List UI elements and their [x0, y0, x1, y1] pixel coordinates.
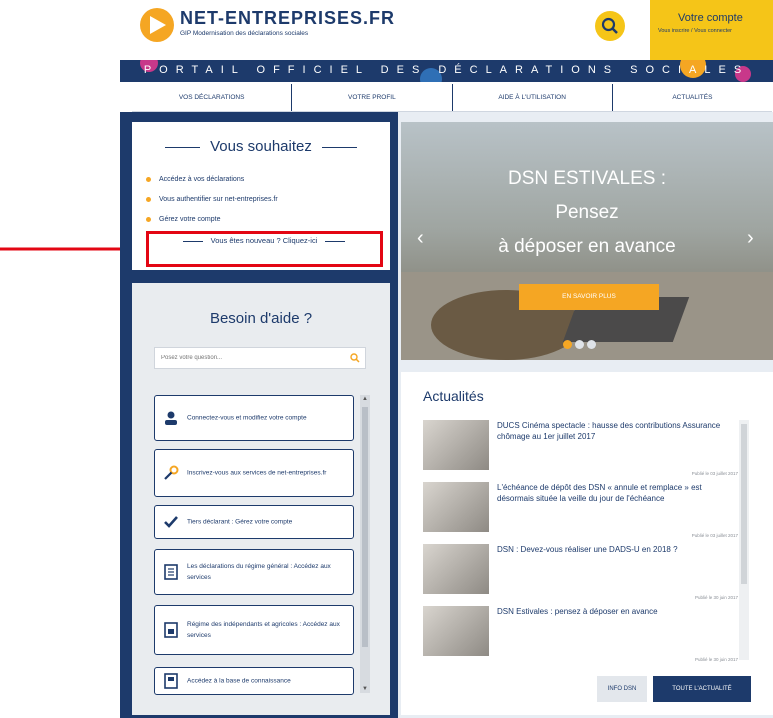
site-header: NET-ENTREPRISES.FR GIP Modernisation des… — [120, 0, 773, 60]
check-icon — [164, 516, 178, 528]
account-button[interactable]: Votre compte Vous inscrire / Vous connec… — [650, 0, 773, 60]
scroll-up-icon[interactable]: ▲ — [362, 396, 368, 402]
slider-dots — [563, 336, 599, 354]
actu-date: Publié le 03 juillet 2017 — [691, 471, 738, 476]
actualites-title: Actualités — [423, 388, 484, 404]
aide-card-inscrivez[interactable]: Inscrivez-vous aux services de net-entre… — [154, 449, 354, 497]
aide-card-independants[interactable]: Régime des indépendants et agricoles : A… — [154, 605, 354, 655]
slider-line-1: DSN ESTIVALES : — [507, 168, 667, 189]
aide-card-label: Les déclarations du régime général : Acc… — [187, 563, 331, 581]
link-authentifier[interactable]: Vous authentifier sur net-entreprises.fr — [146, 196, 278, 203]
news-slider: DSN ESTIVALES : Pensez à déposer en avan… — [401, 122, 773, 360]
besoin-aide-panel: Besoin d'aide ? Connectez-vous et modifi… — [132, 283, 390, 715]
search-icon — [601, 17, 618, 34]
aide-scrollbar[interactable]: ▲ ▼ — [360, 395, 370, 693]
actu-date: Publié le 30 juin 2017 — [694, 595, 738, 600]
besoin-aide-title: Besoin d'aide ? — [209, 310, 313, 327]
actu-date: Publié le 03 juillet 2017 — [691, 533, 738, 538]
slider-line-2: Pensez — [555, 202, 619, 223]
key-icon — [164, 465, 179, 480]
actualites-scrollbar[interactable] — [739, 420, 749, 660]
document-icon — [164, 622, 178, 638]
actu-item[interactable]: DUCS Cinéma spectacle : hausse des contr… — [423, 420, 738, 476]
aide-card-connectez[interactable]: Connectez-vous et modifiez votre compte — [154, 395, 354, 441]
main-nav: VOS DÉCLARATIONS VOTRE PROFIL AIDE À L'U… — [132, 84, 772, 112]
info-dsn-button[interactable]: INFO DSN — [597, 676, 647, 702]
aide-card-regime-general[interactable]: Les déclarations du régime général : Acc… — [154, 549, 354, 595]
toute-actualite-button[interactable]: TOUTE L'ACTUALITÉ — [653, 676, 751, 702]
actu-thumbnail — [423, 420, 489, 470]
link-label: Gérez votre compte — [159, 216, 221, 223]
actu-thumbnail — [423, 606, 489, 656]
aide-card-label: Régime des indépendants et agricoles : A… — [187, 621, 340, 639]
actu-thumbnail — [423, 482, 489, 532]
aide-card-label: Connectez-vous et modifiez votre compte — [187, 414, 307, 422]
page: NET-ENTREPRISES.FR GIP Modernisation des… — [0, 0, 773, 718]
chevron-left-icon[interactable]: ‹ — [417, 227, 424, 250]
annotation-highlight-box — [146, 231, 383, 267]
search-button[interactable] — [595, 11, 625, 41]
slider-title: DSN ESTIVALES : Pensez à déposer en avan… — [401, 162, 773, 264]
scroll-down-icon[interactable]: ▼ — [362, 686, 368, 692]
search-icon[interactable] — [350, 353, 360, 363]
aide-card-tiers[interactable]: Tiers déclarant : Gérez votre compte — [154, 505, 354, 539]
aide-search-box — [154, 347, 366, 369]
actu-text: DSN : Devez-vous réaliser une DADS-U en … — [497, 545, 678, 554]
bullet-icon — [146, 176, 151, 182]
aide-card-label: Inscrivez-vous aux services de net-entre… — [187, 469, 327, 477]
logo-subtitle: GIP Modernisation des déclarations socia… — [180, 30, 309, 37]
slider-line-3: à déposer en avance — [498, 236, 676, 257]
actu-text: DSN Estivales : pensez à déposer en avan… — [497, 607, 658, 616]
logo-play-icon[interactable] — [140, 8, 174, 42]
aide-card-label: Tiers déclarant : Gérez votre compte — [187, 518, 293, 526]
user-icon — [165, 411, 177, 425]
chevron-right-icon[interactable]: › — [747, 227, 754, 250]
aide-card-base-connaissance[interactable]: Accédez à la base de connaissance — [154, 667, 354, 695]
banner-text: PORTAIL OFFICIEL DES DÉCLARATIONS SOCIAL… — [143, 64, 750, 76]
actu-thumbnail — [423, 544, 489, 594]
logo-title[interactable]: NET-ENTREPRISES.FR — [180, 8, 395, 29]
nav-vos-declarations[interactable]: VOS DÉCLARATIONS — [132, 84, 293, 111]
vous-souhaitez-title: Vous souhaitez — [132, 138, 390, 155]
slider-dot[interactable] — [563, 340, 572, 349]
nav-actualites[interactable]: ACTUALITÉS — [613, 84, 772, 111]
actu-text: DUCS Cinéma spectacle : hausse des contr… — [497, 421, 721, 441]
actu-item[interactable]: DSN : Devez-vous réaliser une DADS-U en … — [423, 544, 738, 600]
slider-cta-button[interactable]: EN SAVOIR PLUS — [519, 284, 659, 310]
account-subtitle: Vous inscrire / Vous connecter — [658, 28, 732, 34]
link-gerer-compte[interactable]: Gérez votre compte — [146, 216, 220, 223]
link-label: Accédez à vos déclarations — [159, 176, 245, 183]
scroll-thumb[interactable] — [362, 407, 368, 647]
link-acceder-declarations[interactable]: Accédez à vos déclarations — [146, 176, 244, 183]
link-label: Vous authentifier sur net-entreprises.fr — [159, 196, 278, 203]
actualites-panel: Actualités DUCS Cinéma spectacle : hauss… — [401, 372, 773, 715]
actu-text: L'échéance de dépôt des DSN « annule et … — [497, 483, 702, 503]
actu-item[interactable]: L'échéance de dépôt des DSN « annule et … — [423, 482, 738, 538]
portal-banner: PORTAIL OFFICIEL DES DÉCLARATIONS SOCIAL… — [120, 60, 773, 82]
account-title: Votre compte — [678, 12, 743, 24]
bullet-icon — [146, 216, 151, 222]
nav-aide[interactable]: AIDE À L'UTILISATION — [453, 84, 613, 111]
bullet-icon — [146, 196, 151, 202]
aide-search-input[interactable] — [161, 352, 341, 364]
scroll-thumb[interactable] — [741, 424, 747, 584]
nav-votre-profil[interactable]: VOTRE PROFIL — [292, 84, 453, 111]
aide-card-label: Accédez à la base de connaissance — [187, 677, 291, 685]
document-icon — [164, 564, 178, 580]
slider-dot[interactable] — [575, 340, 584, 349]
book-icon — [164, 673, 178, 689]
actu-date: Publié le 30 juin 2017 — [694, 657, 738, 662]
slider-dot[interactable] — [587, 340, 596, 349]
actu-item[interactable]: DSN Estivales : pensez à déposer en avan… — [423, 606, 738, 662]
